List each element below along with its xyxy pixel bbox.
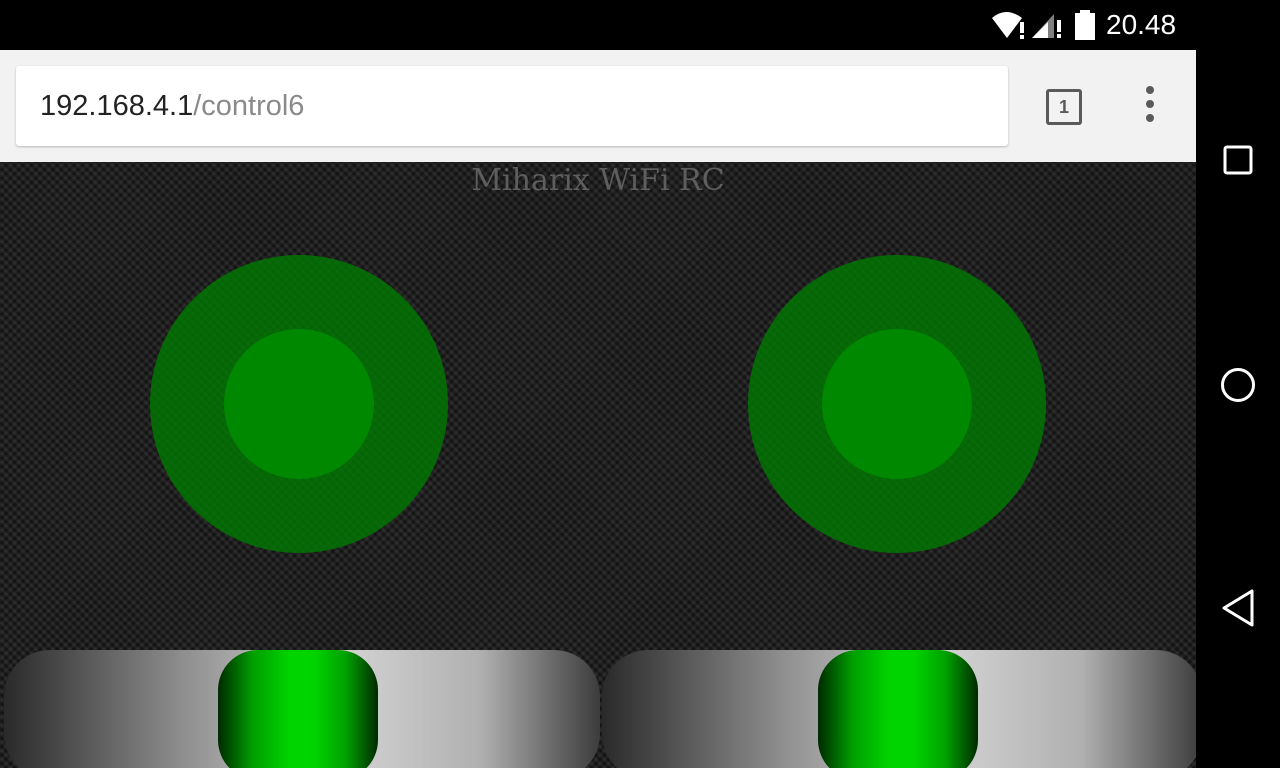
recents-square-icon[interactable]: [1223, 145, 1253, 175]
left-slider-track[interactable]: [4, 650, 600, 768]
back-triangle-icon[interactable]: [1220, 588, 1256, 628]
right-slider-thumb[interactable]: [818, 650, 978, 768]
status-bar: 20.48: [0, 0, 1196, 50]
tab-switcher-button[interactable]: 1: [1046, 89, 1082, 125]
battery-icon: [1075, 10, 1095, 40]
left-joystick[interactable]: [150, 255, 448, 553]
left-joystick-knob[interactable]: [224, 329, 374, 479]
right-joystick-knob[interactable]: [822, 329, 972, 479]
home-circle-icon[interactable]: [1220, 367, 1256, 403]
right-slider-track[interactable]: [602, 650, 1196, 768]
wifi-alert-icon: [992, 12, 1024, 39]
overflow-menu-icon[interactable]: [1140, 86, 1160, 126]
status-clock: 20.48: [1106, 9, 1177, 40]
browser-toolbar: 192.168.4.1/control6 1: [0, 50, 1196, 162]
right-joystick[interactable]: [748, 255, 1046, 553]
address-bar[interactable]: 192.168.4.1/control6: [16, 66, 1008, 146]
url-path: /control6: [193, 90, 305, 122]
rc-control-page: Miharix WiFi RC: [0, 162, 1196, 768]
android-nav-bar: [1196, 0, 1280, 768]
signal-alert-icon: [1032, 14, 1061, 38]
left-slider-thumb[interactable]: [218, 650, 378, 768]
url-text[interactable]: 192.168.4.1/control6: [40, 86, 304, 126]
page-title: Miharix WiFi RC: [471, 163, 725, 198]
url-host: 192.168.4.1: [40, 90, 194, 122]
